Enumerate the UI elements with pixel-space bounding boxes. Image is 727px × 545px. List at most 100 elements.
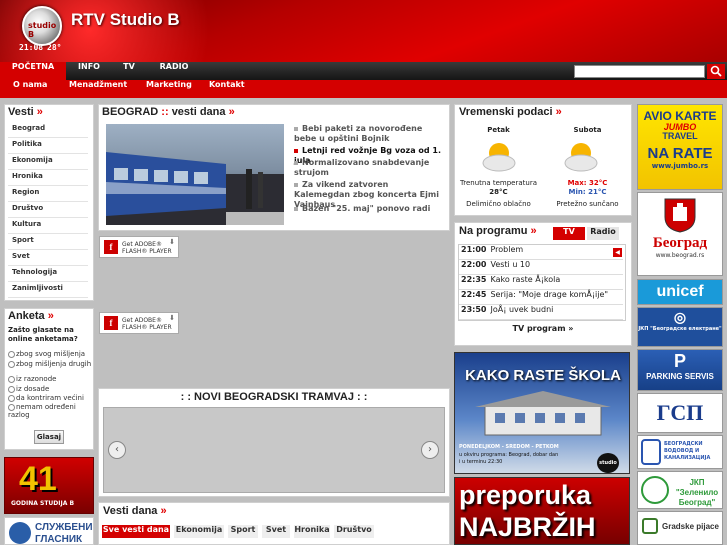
sidebar-item[interactable]: Zanimljivosti (8, 284, 88, 298)
weather-desc-1: Delimično oblačno (466, 200, 531, 208)
tab-tv[interactable]: TV (553, 227, 585, 240)
logo-icon[interactable]: studio B (22, 6, 62, 46)
studio-b-badge-icon: studio B (597, 453, 619, 473)
anketa-option[interactable]: da kontriram većini (8, 394, 92, 402)
flash-icon: f (104, 316, 118, 330)
gallery-next-icon[interactable]: › (421, 441, 439, 459)
ad-parking-servis[interactable]: P PARKING SERVIS (637, 349, 723, 391)
anketa-option[interactable]: zbog svog mišljenja (8, 350, 92, 358)
sidebar-item[interactable]: Region (8, 188, 88, 202)
bullet-icon (294, 206, 298, 211)
flash-player-badge-2[interactable]: f Get ADOBE® FLASH® PLAYER ⬇ (99, 312, 179, 334)
ad-gradske-pijace[interactable]: Gradske pijace (637, 511, 723, 545)
radio-button[interactable] (8, 360, 15, 368)
gallery-prev-icon[interactable]: ‹ (108, 441, 126, 459)
logo-text[interactable]: RTV Studio B (71, 10, 180, 30)
vesti-dana-title: Vesti dana » (103, 505, 167, 517)
ad-avio-karte[interactable]: AVIO KARTE JUMBO TRAVEL NA RATE www.jumb… (637, 104, 723, 190)
radio-button[interactable] (8, 403, 15, 411)
ad-vodovod[interactable]: БЕОГРАДСКИ ВОДОВОД И КАНАЛИЗАЦИЈА (637, 435, 723, 469)
anketa-option[interactable]: iz razonode (8, 375, 92, 383)
promo-kako-raste-skola[interactable]: KAKO RASTE ŠKOLA PONEDELJKOM - SREDOM - … (454, 352, 630, 474)
news-tab[interactable]: Sport (228, 525, 258, 538)
news-tab[interactable]: Hronika (294, 525, 330, 538)
subnav-kontakt[interactable]: Kontakt (209, 80, 245, 98)
elektrane-logo-icon: ◎ (673, 309, 687, 325)
ad-beogradske-elektrane[interactable]: ◎ ЈКП "Београдске електране" (637, 307, 723, 347)
magnifier-icon[interactable] (707, 64, 725, 79)
nav-pocetna[interactable]: POČETNA (0, 62, 66, 80)
vote-button[interactable]: Glasaj (34, 430, 64, 444)
temperature: 28° (47, 43, 62, 52)
news-item[interactable]: Bebi paketi za novorođene bebe u opštini… (294, 124, 444, 144)
flash-player-badge[interactable]: f Get ADOBE® FLASH® PLAYER ⬇ (99, 236, 179, 258)
program-row[interactable]: 23:50 JoÅ¡ uvek budni (459, 305, 623, 320)
ad-41-godina[interactable]: 41 GODINA STUDIJA B (4, 457, 94, 514)
bullet-icon (294, 182, 298, 187)
news-tab[interactable]: Sve vesti dana (102, 525, 170, 538)
bullet-icon (294, 148, 298, 153)
sub-nav: O nama Menadžment Marketing Kontakt (0, 80, 727, 98)
program-row[interactable]: 21:00 Problem (459, 245, 623, 260)
site-header: studio B RTV Studio B 21:08 28° (0, 0, 727, 62)
news-tab[interactable]: Ekonomija (174, 525, 224, 538)
tv-program-link[interactable]: TV program » (454, 324, 632, 333)
radio-button[interactable] (8, 375, 15, 383)
flash-icon: f (104, 240, 118, 254)
program-row[interactable]: 22:45 Serija: "Moje drage komÅ¡ije" (459, 290, 623, 305)
sidebar-item[interactable]: Sport (8, 236, 88, 250)
sidebar-item[interactable]: Hronika (8, 172, 88, 186)
bullet-icon (294, 126, 298, 131)
news-item[interactable]: Normalizovano snabdevanje strujom (294, 158, 444, 178)
tramvaj-gallery (103, 407, 445, 493)
sidebar-item[interactable]: Ekonomija (8, 156, 88, 170)
nav-info[interactable]: INFO (72, 62, 106, 80)
anketa-question: Zašto glasate na online anketama? (8, 326, 78, 343)
news-tab[interactable]: Svet (262, 525, 290, 538)
tramvaj-title: : : NOVI BEOGRADSKI TRAMVAJ : : (180, 391, 368, 403)
glasnik-logo-icon (9, 522, 31, 544)
nav-radio[interactable]: RADIO (154, 62, 194, 80)
ad-beograd[interactable]: Београд www.beograd.rs (637, 192, 723, 276)
program-row[interactable]: 22:35 Kako raste Å¡kola (459, 275, 623, 290)
ad-unicef[interactable]: unicef (637, 279, 723, 305)
sidebar-item[interactable]: Kultura (8, 220, 88, 234)
radio-button[interactable] (8, 394, 15, 402)
vesti-sidebar-title: Vesti » (8, 106, 43, 118)
subnav-menadzment[interactable]: Menadžment (69, 80, 127, 98)
anketa-option[interactable]: nemam određeni razlog (8, 403, 92, 419)
subnav-marketing[interactable]: Marketing (146, 80, 192, 98)
bullet-icon (294, 160, 298, 165)
beograd-news-title: BEOGRAD :: vesti dana » (102, 106, 235, 118)
anketa-option[interactable]: zbog mišljenja drugih (8, 360, 92, 368)
news-tab[interactable]: Društvo (334, 525, 374, 538)
tab-radio[interactable]: Radio (587, 227, 619, 240)
news-item[interactable]: Bazen "25. maj" ponovo radi (294, 204, 444, 214)
sidebar-item[interactable]: Društvo (8, 204, 88, 218)
school-building-icon (475, 391, 611, 436)
promo-preporuka[interactable]: preporuka NAJBRŽIH (454, 477, 630, 545)
search-input[interactable] (574, 65, 705, 78)
vodovod-logo-icon (641, 439, 661, 465)
sidebar-item[interactable]: Politika (8, 140, 88, 154)
radio-button[interactable] (8, 385, 15, 393)
weather-day-2: Subota (573, 126, 602, 134)
sidebar-item[interactable]: Beograd (8, 124, 88, 138)
download-arrow-icon: ⬇ (169, 238, 175, 246)
sidebar-item[interactable]: Tehnologija (8, 268, 88, 282)
subnav-o-nama[interactable]: O nama (13, 80, 47, 98)
ad-zelenilo[interactable]: ЈКП "Зеленило Београд" (637, 471, 723, 509)
pijace-logo-icon (642, 518, 658, 534)
weather-current-label: Trenutna temperatura (460, 179, 537, 187)
sun-cloud-icon (564, 143, 598, 172)
radio-button[interactable] (8, 350, 15, 358)
ad-sluzbeni-glasnik[interactable]: СЛУЖБЕНИ ГЛАСНИК (4, 517, 94, 545)
sidebar-item[interactable]: Svet (8, 252, 88, 266)
clock: 21:08 (19, 43, 44, 52)
program-row[interactable]: 22:00 Vesti u 10 (459, 260, 623, 275)
nav-tv[interactable]: TV (116, 62, 142, 80)
live-icon[interactable]: ◀ (613, 248, 622, 257)
anketa-option[interactable]: iz dosade (8, 385, 92, 393)
ad-gsp[interactable]: ГСП (637, 393, 723, 433)
news-photo[interactable] (106, 124, 284, 225)
